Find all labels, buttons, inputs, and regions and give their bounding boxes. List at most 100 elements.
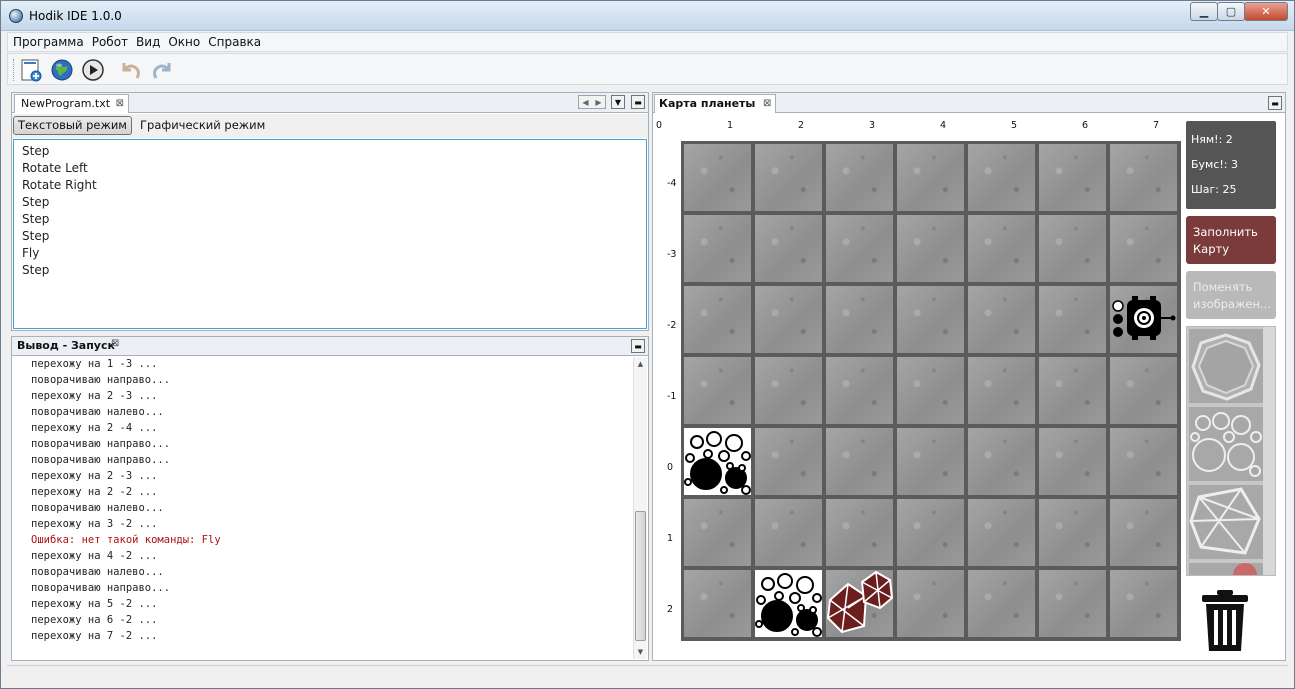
right-arrow-icon[interactable]: ▶ [595,98,601,107]
map-cell[interactable] [968,357,1035,424]
output-log: перехожу на 1 -3 ... поворачиваю направо.… [12,356,633,660]
map-cell[interactable] [826,215,893,282]
map-cell[interactable] [1039,144,1106,211]
tab-close-icon[interactable]: ⊠ [116,95,124,113]
scroll-down-icon[interactable]: ▼ [634,645,647,659]
run-button[interactable] [80,57,106,83]
map-cell[interactable] [684,570,751,637]
palette-crater[interactable] [1189,329,1263,403]
map-object-gems[interactable] [826,570,894,637]
map-cell[interactable] [755,286,822,353]
map-cell[interactable] [1110,357,1177,424]
map-cell[interactable] [826,144,893,211]
fill-map-button[interactable]: Заполнить Карту [1186,216,1276,264]
robot[interactable] [1110,286,1177,353]
mode-bar: Текстовый режим Графический режим [12,114,648,138]
map-cell[interactable] [1110,499,1177,566]
output-close-icon[interactable]: ⊠ [111,338,119,349]
editor-minimize-button[interactable]: ▬ [631,95,645,109]
map-cell[interactable] [897,215,964,282]
map-cell[interactable] [684,286,751,353]
change-image-button[interactable]: Поменять изображен... [1186,271,1276,319]
map-cell[interactable] [968,499,1035,566]
map-board[interactable] [681,141,1181,641]
map-cell[interactable] [897,499,964,566]
output-minimize-button[interactable]: ▬ [631,339,645,353]
map-cell[interactable] [755,357,822,424]
menu-window[interactable]: Окно [164,33,204,51]
map-cell[interactable] [968,286,1035,353]
map-cell[interactable] [968,570,1035,637]
text-mode-button[interactable]: Текстовый режим [13,116,132,135]
tab-scroll-arrows[interactable]: ◀ ▶ [578,95,606,109]
output-scrollbar[interactable]: ▲ ▼ [633,357,647,659]
map-cell[interactable] [684,144,751,211]
palette-gem[interactable] [1189,485,1263,559]
map-cell[interactable] [1110,570,1177,637]
palette-scrollbar[interactable] [1263,327,1275,575]
map-cell[interactable] [755,215,822,282]
trash-button[interactable] [1200,589,1250,653]
map-cell[interactable] [755,499,822,566]
tab-newprogram[interactable]: NewProgram.txt ⊠ [14,94,130,113]
map-cell[interactable] [1039,570,1106,637]
map-cell[interactable] [1039,357,1106,424]
left-arrow-icon[interactable]: ◀ [582,98,588,107]
map-cell[interactable] [1110,144,1177,211]
map-cell[interactable] [897,357,964,424]
map-cell[interactable] [1039,286,1106,353]
map-cell[interactable] [684,499,751,566]
x-axis-label: 2 [798,120,805,131]
map-cell[interactable] [968,144,1035,211]
map-cell[interactable] [684,357,751,424]
redo-button[interactable] [149,57,175,83]
map-cell[interactable] [1039,499,1106,566]
menu-help[interactable]: Справка [204,33,265,51]
scroll-thumb[interactable] [635,511,646,641]
menu-view[interactable]: Вид [132,33,164,51]
map-cell[interactable] [1039,215,1106,282]
output-line: поворачиваю направо... [31,438,171,450]
tab-list-button[interactable]: ▼ [611,95,625,109]
output-line: перехожу на 7 -2 ... [31,630,158,642]
globe-button[interactable] [49,57,75,83]
map-cell[interactable] [968,428,1035,495]
graphic-mode-tab[interactable]: Графический режим [140,116,265,135]
map-cell[interactable] [826,357,893,424]
close-button[interactable]: ✕ [1244,2,1288,21]
map-cell[interactable] [755,144,822,211]
new-program-button[interactable] [18,57,44,83]
output-title: Вывод - Запуск [17,339,115,352]
minimize-button[interactable]: ▁ [1190,2,1218,21]
x-axis-label: 7 [1153,120,1160,131]
map-cell[interactable] [684,215,751,282]
map-close-icon[interactable]: ⊠ [763,95,771,113]
maximize-button[interactable]: ▢ [1217,2,1245,21]
map-object-bubbles[interactable] [684,428,751,495]
gem-red-icon [1233,563,1257,575]
palette-bubbles[interactable] [1189,407,1263,481]
map-cell[interactable] [826,499,893,566]
map-object-bubbles[interactable] [755,570,822,637]
map-cell[interactable] [897,144,964,211]
map-cell[interactable] [1110,428,1177,495]
map-minimize-button[interactable]: ▬ [1268,96,1282,110]
map-cell[interactable] [897,286,964,353]
map-cell[interactable] [897,428,964,495]
code-editor[interactable]: Step Rotate Left Rotate Right Step Step … [13,139,647,329]
scroll-up-icon[interactable]: ▲ [634,357,647,371]
map-cell[interactable] [826,286,893,353]
menu-robot[interactable]: Робот [88,33,132,51]
undo-button[interactable] [118,57,144,83]
map-cell[interactable] [1039,428,1106,495]
map-cell[interactable] [897,570,964,637]
tab-planet-map[interactable]: Карта планеты ⊠ [654,94,777,113]
map-cell[interactable] [755,428,822,495]
window-controls: ▁ ▢ ✕ [1190,2,1288,22]
menu-program[interactable]: Программа [8,33,88,51]
map-cell[interactable] [826,428,893,495]
map-cell[interactable] [1110,215,1177,282]
output-line: поворачиваю направо... [31,454,171,466]
map-cell[interactable] [968,215,1035,282]
palette-item-partial[interactable] [1189,563,1263,575]
